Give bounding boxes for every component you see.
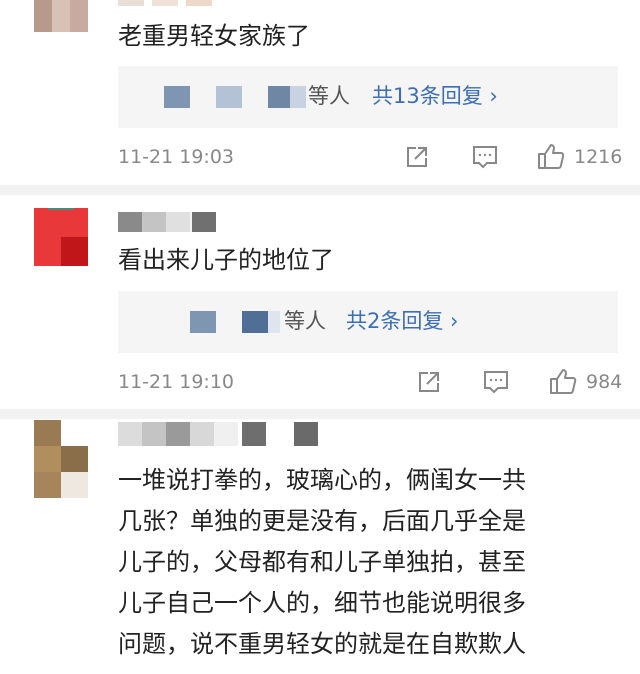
share-icon[interactable] [404,144,430,170]
avatar[interactable] [34,208,88,266]
like-count: 1216 [574,146,623,168]
divider [0,185,640,195]
timestamp: 11-21 19:10 [118,371,235,393]
reply-summary[interactable]: 等人 共2条回复 › [118,291,618,353]
view-replies-link[interactable]: 共2条回复 › [346,305,458,337]
thumbs-up-icon[interactable] [536,142,566,170]
view-replies-link[interactable]: 共13条回复 › [372,80,498,112]
comment-text-line-3: 儿子的，父母都有和儿子单独拍，甚至 [118,548,526,576]
reply-users-suffix: 等人 [308,84,350,108]
comment-icon[interactable] [482,369,510,395]
avatar[interactable] [34,0,88,32]
avatar[interactable] [34,420,88,498]
reply-users-suffix: 等人 [284,309,326,333]
share-icon[interactable] [416,369,442,395]
comment-text: 看出来儿子的地位了 [118,246,334,274]
timestamp: 11-21 19:03 [118,146,235,168]
comment-text-line-5: 问题，说不重男轻女的就是在自欺欺人 [118,630,526,658]
comment-icon[interactable] [471,144,499,170]
reply-summary[interactable]: 等人 共13条回复 › [118,66,618,128]
comment-text-line-1: 一堆说打拳的，玻璃心的，俩闺女一共 [118,466,526,494]
thumbs-up-icon[interactable] [548,367,578,395]
divider [0,409,640,419]
comment-text: 老重男轻女家族了 [118,22,310,50]
comment-text-line-4: 儿子自己一个人的，细节也能说明很多 [118,589,526,617]
comment-text-line-2: 几张？单独的更是没有，后面几乎全是 [118,507,526,535]
like-count: 984 [586,371,623,393]
